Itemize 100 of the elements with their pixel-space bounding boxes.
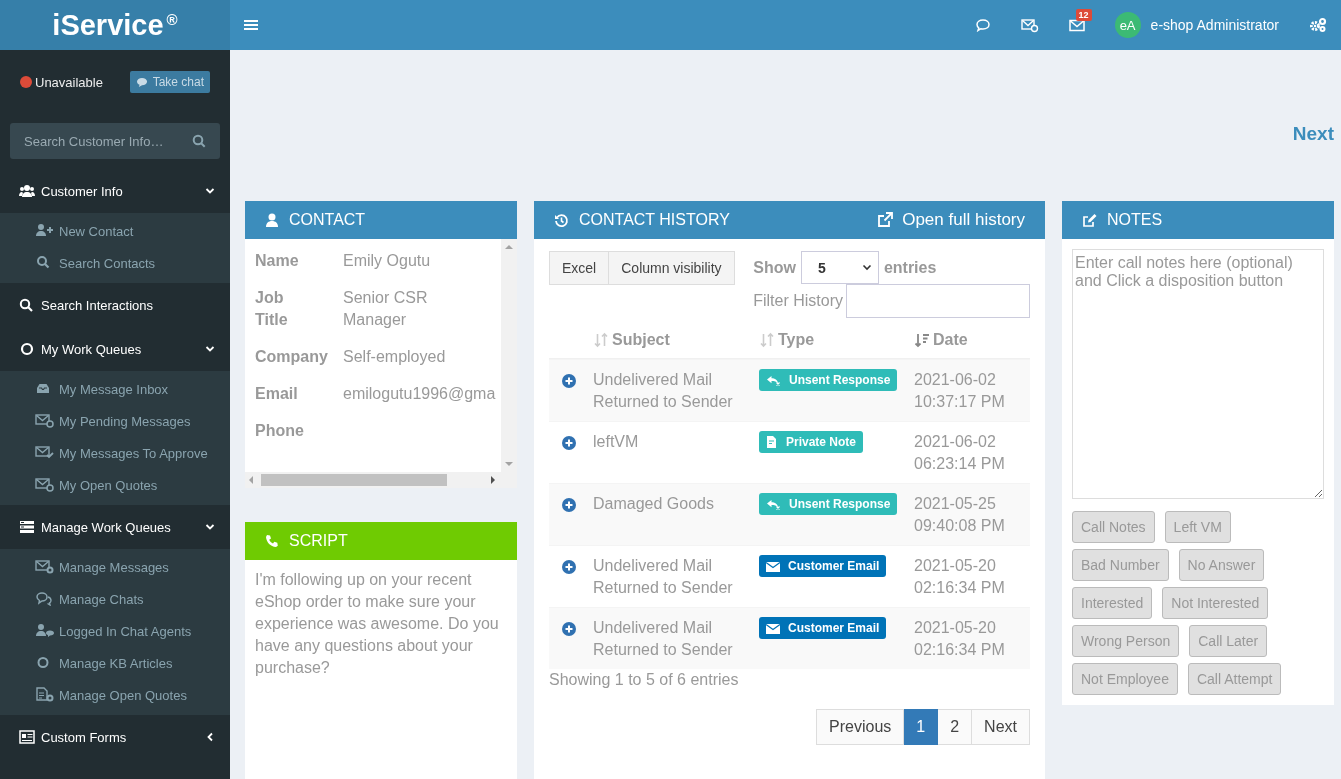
envelope-gear-icon [35, 559, 55, 574]
script-text: I'm following up on your recent eShop order to make sure your experience was awesome. Do you have any questions about your purchase? [254, 570, 500, 678]
submenu-item[interactable]: Manage Messages [0, 552, 230, 584]
user-plus-icon [35, 223, 55, 238]
field-label: Name [255, 251, 299, 271]
table-cell-text: Undelivered Mail Returned to Sender [593, 370, 734, 412]
toolbar-button[interactable]: Excel [549, 251, 610, 285]
chat-icon [35, 591, 55, 606]
menu-icon[interactable] [244, 19, 258, 31]
chevron-icon [861, 264, 872, 271]
submenu-item[interactable]: My Message Inbox [0, 374, 230, 406]
field-label: Job Title [255, 288, 288, 330]
expand-icon[interactable] [562, 498, 576, 512]
column-header[interactable]: Date [914, 331, 1030, 349]
expand-icon[interactable] [562, 622, 576, 636]
search-field[interactable]: Search Customer Info… [10, 123, 220, 159]
panel-title: CONTACT [289, 211, 366, 229]
chat-icon[interactable] [974, 18, 991, 32]
phone-icon [265, 534, 279, 548]
menu-item[interactable]: My Work Queues [0, 327, 230, 371]
table-cell-text: 2021-06-02 10:37:17 PM [914, 370, 1006, 412]
sort-icon [759, 332, 775, 348]
table-cell-text: Damaged Goods [593, 494, 715, 514]
user-name[interactable]: e-shop Administrator [1150, 17, 1279, 33]
submenu-item[interactable]: My Messages To Approve [0, 438, 230, 470]
field-value: Senior CSR Manager [343, 288, 429, 330]
table-cell-text: 2021-05-20 02:16:34 PM [914, 556, 1006, 598]
pagination-button[interactable]: Previous [816, 709, 905, 745]
envelope-icon[interactable] [1068, 18, 1085, 32]
avatar[interactable]: eA [1114, 12, 1141, 38]
submenu-item[interactable]: My Pending Messages [0, 406, 230, 438]
expand-icon[interactable] [562, 560, 576, 574]
type-label: Private Note [759, 431, 864, 453]
submenu-item[interactable]: Manage Chats [0, 584, 230, 616]
column-header[interactable]: Type [759, 331, 914, 349]
menu-item[interactable]: Search Interactions [0, 283, 230, 327]
entries-label: entries [883, 258, 937, 277]
chevron-icon [205, 345, 215, 353]
table-cell-text: 2021-05-25 09:40:08 PM [914, 494, 1006, 536]
type-label: Unsent Response [759, 493, 898, 515]
envelope-clock-icon [35, 413, 55, 428]
submenu-item[interactable]: Logged In Chat Agents [0, 616, 230, 648]
type-label: Customer Email [759, 555, 887, 577]
pagination-button[interactable]: Next [972, 709, 1030, 745]
submenu-item[interactable]: Search Contacts [0, 248, 230, 280]
envelope-icon [766, 560, 780, 572]
menu-item[interactable]: Customer Info [0, 169, 230, 213]
toolbar-button[interactable]: Column visibility [609, 251, 735, 285]
panel-title: SCRIPT [289, 532, 348, 550]
take-chat-button[interactable]: Take chat [129, 71, 210, 93]
column-header[interactable]: Subject [593, 331, 759, 349]
horizontal-scrollbar[interactable] [245, 472, 517, 488]
field-label: Phone [255, 421, 304, 441]
type-label: Unsent Response [759, 369, 898, 391]
envelope-clock-icon[interactable] [1020, 17, 1039, 33]
chevron-icon [205, 523, 215, 531]
status-label[interactable]: Unavailable [35, 74, 130, 90]
type-label: Customer Email [759, 617, 887, 639]
circle-icon [19, 342, 35, 356]
table-cell-text: Undelivered Mail Returned to Sender [593, 556, 734, 598]
submenu-item[interactable]: Manage KB Articles [0, 648, 230, 680]
user-icon [265, 212, 279, 228]
edit-icon [1082, 212, 1097, 228]
filter-label: Filter History [753, 292, 843, 310]
history-icon [554, 212, 569, 228]
pagination-button[interactable]: 1 [904, 709, 939, 745]
envelope-clock-icon [35, 477, 55, 492]
chat-icon [135, 76, 149, 88]
submenu-item[interactable]: New Contact [0, 216, 230, 248]
expand-icon[interactable] [562, 436, 576, 450]
pagination-button[interactable]: 2 [938, 709, 973, 745]
table-cell-text: 2021-06-02 06:23:14 PM [914, 432, 1006, 474]
menu-item[interactable]: Custom Forms [0, 715, 230, 759]
submenu-item[interactable]: Manage Open Quotes [0, 680, 230, 712]
users-icon [19, 184, 35, 198]
page-size-select[interactable]: 5 [800, 251, 879, 284]
panel-title: NOTES [1107, 211, 1163, 229]
notification-badge: 12 [1075, 8, 1092, 21]
table-cell-text: Undelivered Mail Returned to Sender [593, 618, 734, 660]
search-icon [19, 298, 35, 312]
expand-icon[interactable] [562, 374, 576, 388]
submenu-item[interactable]: My Open Quotes [0, 470, 230, 502]
vertical-scrollbar[interactable] [501, 239, 517, 472]
show-label: Show [753, 258, 796, 277]
notes-field[interactable]: Enter call notes here (optional) and Click a disposition button [1072, 249, 1324, 499]
envelope-icon [766, 622, 780, 634]
filter-field[interactable] [846, 284, 1030, 318]
gears-icon[interactable] [1309, 17, 1327, 33]
menu-item[interactable]: Manage Work Queues [0, 505, 230, 549]
table-cell-text: leftVM [593, 432, 640, 452]
sort-descending-icon [914, 332, 930, 348]
chevron-icon [205, 187, 215, 195]
table-info: Showing 1 to 5 of 6 entries [549, 671, 740, 689]
open-full-history-link[interactable]: Open full history [877, 210, 1025, 230]
reply-x-icon [766, 374, 781, 386]
document-icon [766, 436, 778, 448]
list-icon [19, 520, 35, 534]
logo[interactable]: iService$^{®}$ [52, 8, 178, 42]
table-cell-text: 2021-05-20 02:16:34 PM [914, 618, 1006, 660]
next-link[interactable]: Next [1292, 123, 1334, 145]
